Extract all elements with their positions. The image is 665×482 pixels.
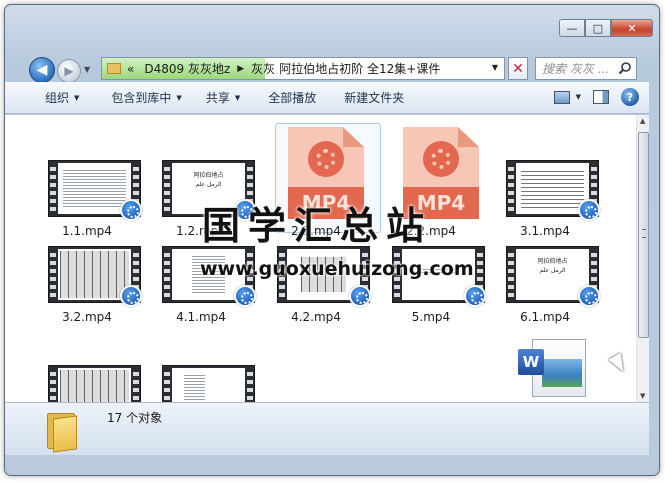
thumbnail-text: 阿拉伯地占 الرمل علم [537, 258, 568, 274]
arrow-right-icon: ▶ [64, 64, 74, 78]
back-button[interactable]: ◀ [29, 57, 55, 83]
change-view-button[interactable]: ▼ [553, 90, 581, 104]
file-name: 4.1.mp4 [176, 310, 226, 324]
item-count: 17 个对象 [107, 411, 163, 425]
file-name: 5.mp4 [411, 310, 451, 324]
mp4-badge: MP4 [403, 187, 479, 219]
file-name: 1.2.mp4 [176, 224, 226, 238]
include-library-button[interactable]: 包含到库中 ▼ [89, 82, 191, 113]
address-bar[interactable]: « D4809 灰灰地z ▶ 灰灰 阿拉伯地占初阶 全12集+课件 ▼ [101, 57, 505, 80]
breadcrumb-item[interactable]: 灰灰 [251, 60, 275, 77]
new-folder-button[interactable]: 新建文件夹 [326, 82, 414, 113]
chevron-down-icon: ▼ [84, 65, 91, 74]
video-thumbnail [48, 365, 141, 402]
file-name: 4.2.mp4 [291, 310, 341, 324]
address-dropdown-icon[interactable]: ▼ [492, 63, 498, 72]
search-icon[interactable] [618, 61, 632, 75]
media-player-icon [120, 285, 142, 307]
media-player-icon [464, 285, 486, 307]
stop-button[interactable]: ✕ [508, 57, 528, 80]
window-controls: — □ ✕ [559, 19, 653, 37]
details-pane: 17 个对象 [5, 402, 649, 455]
file-name: 3.1.mp4 [520, 224, 570, 238]
media-player-icon [120, 199, 142, 221]
folder-icon [47, 409, 81, 453]
arrow-left-icon: ◀ [36, 62, 48, 78]
chevron-down-icon: ▼ [234, 93, 241, 102]
word-document-icon[interactable]: W [518, 335, 588, 397]
mp4-badge: MP4 [288, 187, 364, 219]
breadcrumb-item[interactable]: D4809 灰灰地z [144, 60, 230, 77]
mp4-file-icon: MP4 [399, 125, 485, 221]
chevron-down-icon: ▼ [575, 93, 581, 101]
scroll-down-icon[interactable]: ▼ [640, 392, 645, 400]
preview-pane-button[interactable] [593, 90, 609, 104]
play-all-button[interactable]: 全部播放 [250, 82, 326, 113]
share-button[interactable]: 共享 ▼ [192, 82, 250, 113]
maximize-button[interactable]: □ [585, 19, 611, 37]
minimize-button[interactable]: — [559, 19, 585, 37]
breadcrumb-overflow[interactable]: « [127, 62, 134, 76]
file-list-view[interactable]: 1.1.mp4 阿拉伯地占 الرمل علم 1.2.mp4 MP4 2.1.… [5, 115, 636, 402]
media-player-icon [234, 285, 256, 307]
chevron-down-icon: ▼ [176, 93, 182, 102]
help-icon[interactable]: ? [621, 88, 639, 106]
view-icon [553, 90, 570, 104]
thumbnail-text: 阿拉伯地占 الرمل علم [193, 172, 224, 188]
scrollbar-thumb[interactable] [638, 132, 649, 338]
chevron-down-icon: ▼ [74, 93, 80, 102]
file-name: 3.2.mp4 [62, 310, 112, 324]
media-player-icon [578, 199, 600, 221]
media-player-icon [578, 285, 600, 307]
close-icon: ✕ [512, 60, 524, 77]
breadcrumb-separator-icon[interactable]: ▶ [237, 64, 244, 74]
file-name: 2.2.mp4 [406, 224, 456, 238]
file-name: 2.1.mp4 [291, 224, 341, 238]
history-dropdown-button[interactable]: ▼ [84, 65, 90, 74]
forward-button[interactable]: ▶ [57, 59, 81, 83]
breadcrumb-current[interactable]: 阿拉伯地占初阶 全12集+课件 [279, 60, 440, 77]
folder-icon [107, 63, 121, 74]
search-input[interactable]: 搜索 灰灰 ... [542, 60, 609, 77]
organize-button[interactable]: 组织 ▼ [5, 82, 89, 113]
close-button[interactable]: ✕ [611, 19, 653, 37]
command-bar: 组织 ▼ 包含到库中 ▼ 共享 ▼ 全部播放 新建文件夹 ▼ ? [5, 82, 649, 114]
scroll-up-icon[interactable]: ▲ [640, 117, 645, 125]
media-player-icon [234, 199, 256, 221]
title-bar[interactable]: — □ ✕ [5, 5, 659, 49]
video-thumbnail [162, 365, 255, 402]
media-player-icon [349, 285, 371, 307]
file-name: 6.1.mp4 [520, 310, 570, 324]
search-box[interactable]: 搜索 灰灰 ... [535, 57, 637, 80]
file-name: 1.1.mp4 [62, 224, 112, 238]
mp4-file-icon: MP4 [284, 125, 370, 221]
vertical-scrollbar[interactable]: ▲ ▼ [636, 115, 649, 402]
